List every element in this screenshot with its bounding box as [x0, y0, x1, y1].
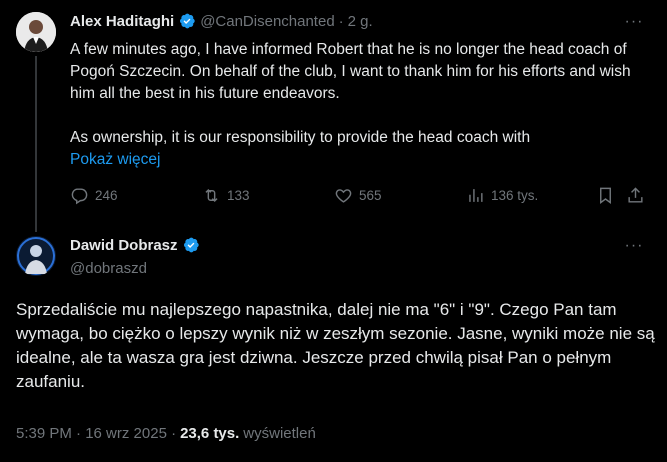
tweet-paragraph: As ownership, it is our responsibility t…: [70, 129, 531, 146]
verified-badge-icon: [178, 12, 196, 30]
author-name[interactable]: Alex Haditaghi: [70, 13, 174, 30]
show-more-link[interactable]: Pokaż więcej: [70, 151, 160, 169]
reply-icon: [71, 188, 88, 205]
more-options-icon[interactable]: ···: [624, 12, 644, 32]
avatar[interactable]: [16, 12, 56, 52]
reply-count: 246: [95, 188, 118, 203]
tweet-header: Alex Haditaghi @CanDisenchanted · 2 g.: [70, 12, 373, 30]
tweet-time[interactable]: 2 g.: [348, 13, 373, 30]
author-handle[interactable]: @dobraszd: [70, 260, 147, 277]
more-options-icon[interactable]: ···: [624, 236, 644, 256]
parent-tweet[interactable]: Alex Haditaghi @CanDisenchanted · 2 g. ·…: [0, 0, 667, 232]
reply-button[interactable]: 246: [70, 186, 118, 205]
repost-icon: [205, 188, 218, 203]
share-button[interactable]: [626, 186, 645, 205]
author-name[interactable]: Dawid Dobrasz: [70, 237, 178, 254]
like-count: 565: [359, 188, 382, 203]
views-button[interactable]: 136 tys.: [466, 186, 538, 205]
tweet-text: A few minutes ago, I have informed Rober…: [70, 39, 645, 149]
repost-count: 133: [227, 188, 250, 203]
bookmark-icon: [600, 187, 611, 205]
separator: ·: [338, 12, 344, 30]
tweet-actions: 246 133 565 136 tys.: [70, 186, 643, 208]
views-icon: [469, 189, 483, 202]
repost-button[interactable]: 133: [202, 186, 250, 205]
avatar[interactable]: [16, 236, 56, 276]
share-icon: [628, 187, 643, 203]
like-button[interactable]: 565: [334, 186, 382, 205]
views-count: 136 tys.: [491, 188, 539, 203]
thread-line: [35, 56, 37, 232]
tweet-header: Dawid Dobrasz: [70, 236, 200, 254]
reply-text: Sprzedaliście mu najlepszego napastnika,…: [16, 300, 655, 391]
bookmark-button[interactable]: [596, 186, 615, 205]
timestamp[interactable]: 5:39 PM · 16 wrz 2025 ·: [16, 425, 176, 442]
heart-icon: [335, 189, 352, 203]
views-label: wyświetleń: [243, 425, 316, 442]
tweet-meta: 5:39 PM · 16 wrz 2025 · 23,6 tys. wyświe…: [16, 425, 316, 442]
tweet-paragraph: A few minutes ago, I have informed Rober…: [70, 41, 631, 102]
verified-badge-icon: [182, 236, 200, 254]
author-handle[interactable]: @CanDisenchanted: [200, 13, 334, 30]
views-count: 23,6 tys.: [180, 425, 240, 442]
